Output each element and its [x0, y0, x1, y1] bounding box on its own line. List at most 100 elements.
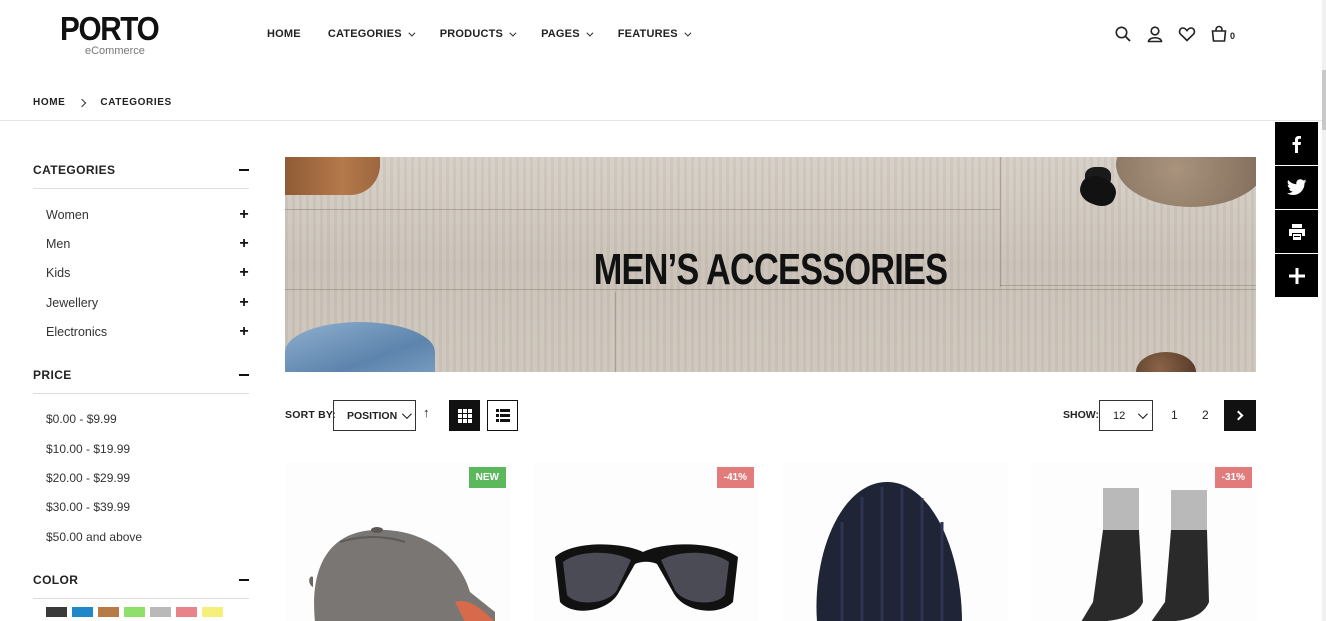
- color-swatch[interactable]: [124, 607, 145, 618]
- show-per-page-select[interactable]: 12: [1099, 400, 1153, 431]
- sort-value: POSITION: [347, 409, 398, 422]
- color-swatch[interactable]: [202, 607, 223, 618]
- category-item-kids[interactable]: Kids +: [33, 259, 249, 288]
- categories-list: Women + Men + Kids + Jewellery + Electronics…: [33, 189, 249, 346]
- category-banner: MEN’S ACCESSORIES: [285, 157, 1256, 372]
- grid-icon: [457, 408, 472, 423]
- list-view-button[interactable]: [487, 400, 518, 431]
- category-label: Kids: [46, 266, 71, 281]
- sort-label: SORT BY:: [285, 409, 336, 421]
- cart-count: 0: [1230, 31, 1236, 41]
- page-link-2[interactable]: 2: [1202, 408, 1209, 422]
- category-item-women[interactable]: Women +: [33, 200, 249, 229]
- color-swatch[interactable]: [72, 607, 93, 618]
- next-page-button[interactable]: [1224, 400, 1256, 431]
- price-range-item[interactable]: $30.00 - $39.99: [33, 493, 249, 522]
- nav-pages-label: PAGES: [541, 28, 580, 40]
- sort-select[interactable]: POSITION: [333, 400, 416, 431]
- user-icon[interactable]: [1146, 25, 1164, 43]
- logo-name: PORTO: [60, 10, 160, 47]
- plus-icon[interactable]: +: [239, 264, 249, 282]
- nav-home[interactable]: HOME: [267, 26, 301, 42]
- nav-pages[interactable]: PAGES: [541, 26, 594, 42]
- scrollbar-thumb[interactable]: [1322, 70, 1326, 130]
- twitter-icon: [1286, 179, 1306, 195]
- page-link-1[interactable]: 1: [1171, 408, 1178, 422]
- plus-icon[interactable]: +: [239, 323, 249, 341]
- plus-icon[interactable]: +: [239, 235, 249, 253]
- color-swatch[interactable]: [176, 607, 197, 618]
- list-icon: [495, 409, 510, 422]
- price-filter-header[interactable]: PRICE: [33, 365, 249, 395]
- price-range-item[interactable]: $10.00 - $19.99: [33, 434, 249, 463]
- grid-view-button[interactable]: [449, 400, 480, 431]
- share-bar: [1275, 122, 1318, 298]
- logo-tagline: eCommerce: [85, 45, 145, 57]
- show-label: SHOW:: [1063, 409, 1099, 421]
- categories-filter-header[interactable]: CATEGORIES: [33, 160, 249, 189]
- price-filter-title: PRICE: [33, 368, 72, 383]
- twitter-share-button[interactable]: [1275, 166, 1318, 209]
- plus-icon[interactable]: +: [239, 294, 249, 312]
- sort-direction-arrow-icon[interactable]: ↑: [423, 405, 430, 420]
- category-label: Jewellery: [46, 295, 99, 310]
- product-card-socks[interactable]: -31%: [1031, 462, 1257, 621]
- facebook-share-button[interactable]: [1275, 122, 1318, 165]
- hat-image: [1116, 157, 1256, 207]
- color-swatch[interactable]: [98, 607, 119, 618]
- nav-products[interactable]: PRODUCTS: [440, 26, 517, 42]
- category-item-electronics[interactable]: Electronics +: [33, 317, 249, 346]
- shoe-image: [1136, 352, 1196, 372]
- nav-features-label: FEATURES: [617, 28, 678, 40]
- minus-icon[interactable]: [239, 169, 249, 171]
- product-badge: -41%: [716, 467, 754, 488]
- sidebar-filters: CATEGORIES Women + Men + Kids + Jewellery + …: [33, 160, 249, 618]
- category-label: Women: [46, 207, 89, 222]
- price-list: $0.00 - $9.99 $10.00 - $19.99 $20.00 - $…: [33, 394, 249, 551]
- chevron-down-icon: [684, 29, 692, 37]
- price-range-item[interactable]: $20.00 - $29.99: [33, 463, 249, 492]
- site-header: PORTO eCommerce HOME CATEGORIES PRODUCTS…: [0, 0, 1326, 70]
- product-badge: -31%: [1214, 467, 1252, 488]
- chevron-down-icon: [1137, 409, 1148, 420]
- breadcrumb-home[interactable]: HOME: [33, 97, 65, 108]
- nav-home-label: HOME: [267, 28, 301, 40]
- heart-icon[interactable]: [1178, 25, 1196, 43]
- banner-title: MEN’S ACCESSORIES: [593, 245, 948, 294]
- minus-icon[interactable]: [239, 374, 249, 377]
- nav-features[interactable]: FEATURES: [617, 26, 692, 42]
- more-share-button[interactable]: [1275, 254, 1318, 297]
- categories-filter-title: CATEGORIES: [33, 163, 116, 177]
- breadcrumb: HOME CATEGORIES: [33, 97, 172, 108]
- scrollbar[interactable]: [1322, 0, 1326, 621]
- plus-icon: [1288, 267, 1305, 284]
- nav-categories[interactable]: CATEGORIES: [328, 26, 416, 42]
- color-filter-header[interactable]: COLOR: [33, 570, 249, 600]
- chevron-down-icon: [401, 409, 412, 420]
- color-swatch[interactable]: [150, 607, 171, 618]
- cart-icon[interactable]: [1210, 25, 1228, 43]
- plus-icon[interactable]: +: [239, 206, 249, 224]
- beanie-image: [816, 482, 962, 621]
- price-range-item[interactable]: $0.00 - $9.99: [33, 404, 249, 433]
- facebook-icon: [1292, 135, 1301, 153]
- category-item-men[interactable]: Men +: [33, 229, 249, 258]
- product-card-beanie[interactable]: [782, 462, 1008, 621]
- divider: [0, 120, 1326, 121]
- color-filter-title: COLOR: [33, 573, 79, 588]
- product-badge: NEW: [468, 467, 506, 488]
- product-grid: NEW -41% -31%: [285, 462, 1257, 621]
- product-card-cap[interactable]: NEW: [285, 462, 511, 621]
- minus-icon[interactable]: [239, 579, 249, 582]
- price-range-item[interactable]: $50.00 and above: [33, 522, 249, 551]
- print-button[interactable]: [1275, 210, 1318, 253]
- chevron-down-icon: [509, 29, 517, 37]
- color-swatch[interactable]: [46, 607, 67, 618]
- denim-image: [285, 322, 435, 372]
- chevron-down-icon: [408, 29, 416, 37]
- logo[interactable]: PORTO eCommerce: [60, 10, 160, 57]
- header-actions: 0: [1114, 25, 1235, 43]
- search-icon[interactable]: [1114, 25, 1132, 43]
- product-card-sunglasses[interactable]: -41%: [533, 462, 759, 621]
- category-item-jewellery[interactable]: Jewellery +: [33, 288, 249, 317]
